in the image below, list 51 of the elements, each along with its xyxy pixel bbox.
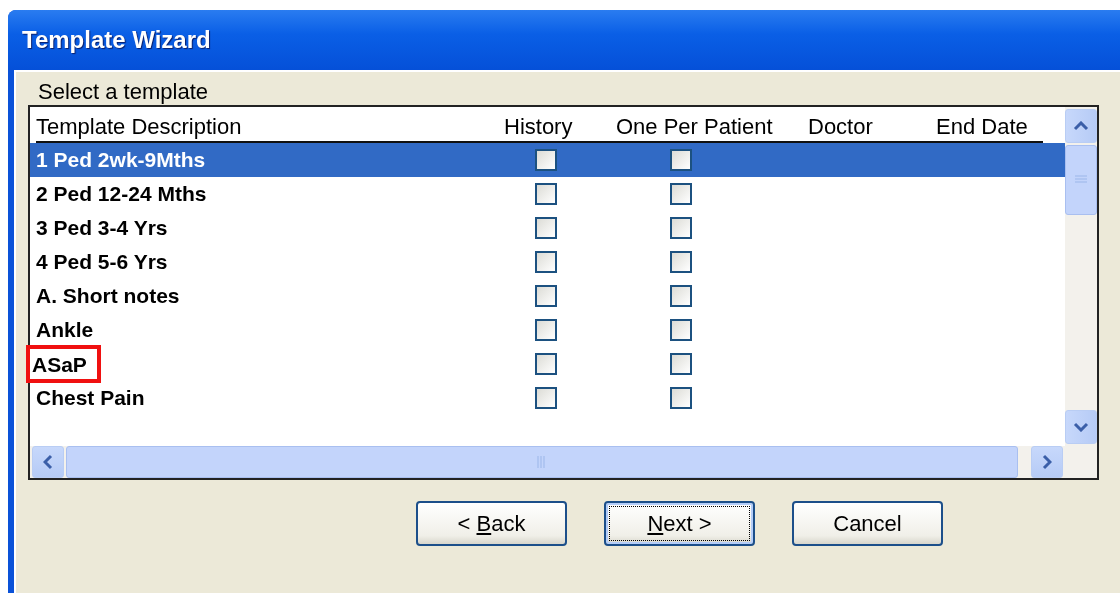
template-name: 1 Ped 2wk-9Mths — [36, 148, 206, 172]
prompt-label: Select a template — [38, 80, 209, 104]
table-row[interactable]: 3 Ped 3-4 Yrs — [30, 211, 1065, 245]
checkbox[interactable] — [535, 251, 557, 273]
table-row[interactable]: 2 Ped 12-24 Mths — [30, 177, 1065, 211]
template-name: 4 Ped 5-6 Yrs — [36, 250, 168, 274]
chevron-up-icon — [1073, 121, 1089, 131]
column-header[interactable]: Doctor — [808, 113, 936, 141]
table-row[interactable]: ASaP — [30, 347, 1065, 381]
template-name: A. Short notes — [36, 284, 180, 308]
checkbox[interactable] — [535, 183, 557, 205]
table-row[interactable]: Ankle — [30, 313, 1065, 347]
checkbox[interactable] — [535, 353, 557, 375]
template-name: Chest Pain — [36, 386, 145, 410]
window-title: Template Wizard — [21, 26, 211, 54]
scroll-down-button[interactable] — [1065, 410, 1097, 444]
scroll-up-button[interactable] — [1065, 109, 1097, 143]
column-header[interactable]: One Per Patient — [616, 113, 808, 141]
wizard-button[interactable]: Next > — [604, 501, 755, 546]
wizard-button[interactable]: < Back — [416, 501, 567, 546]
chevron-left-icon — [43, 454, 53, 470]
checkbox[interactable] — [535, 217, 557, 239]
checkbox[interactable] — [670, 149, 692, 171]
column-header[interactable]: Template Description — [36, 113, 504, 141]
vertical-scrollbar[interactable] — [1065, 107, 1097, 446]
scroll-left-button[interactable] — [32, 446, 64, 478]
checkbox[interactable] — [670, 353, 692, 375]
checkbox[interactable] — [670, 183, 692, 205]
wizard-button[interactable]: Cancel — [792, 501, 943, 546]
chevron-right-icon — [1042, 454, 1052, 470]
chevron-down-icon — [1073, 422, 1089, 432]
template-name: Ankle — [36, 318, 94, 342]
checkbox[interactable] — [670, 387, 692, 409]
column-header[interactable]: History — [504, 113, 616, 141]
checkbox[interactable] — [535, 387, 557, 409]
checkbox[interactable] — [535, 319, 557, 341]
table-row[interactable]: Chest Pain — [30, 381, 1065, 415]
scroll-right-button[interactable] — [1031, 446, 1063, 478]
checkbox[interactable] — [670, 251, 692, 273]
column-header[interactable]: End Date — [936, 113, 1036, 141]
table-row[interactable]: A. Short notes — [30, 279, 1065, 313]
table-row[interactable]: 4 Ped 5-6 Yrs — [30, 245, 1065, 279]
scroll-thumb[interactable] — [1065, 145, 1097, 215]
template-name: 3 Ped 3-4 Yrs — [36, 216, 168, 240]
checkbox[interactable] — [535, 285, 557, 307]
checkbox[interactable] — [535, 149, 557, 171]
checkbox[interactable] — [670, 217, 692, 239]
checkbox[interactable] — [670, 285, 692, 307]
checkbox[interactable] — [670, 319, 692, 341]
table-row[interactable]: 1 Ped 2wk-9Mths — [30, 143, 1065, 177]
template-name: 2 Ped 12-24 Mths — [36, 182, 207, 206]
